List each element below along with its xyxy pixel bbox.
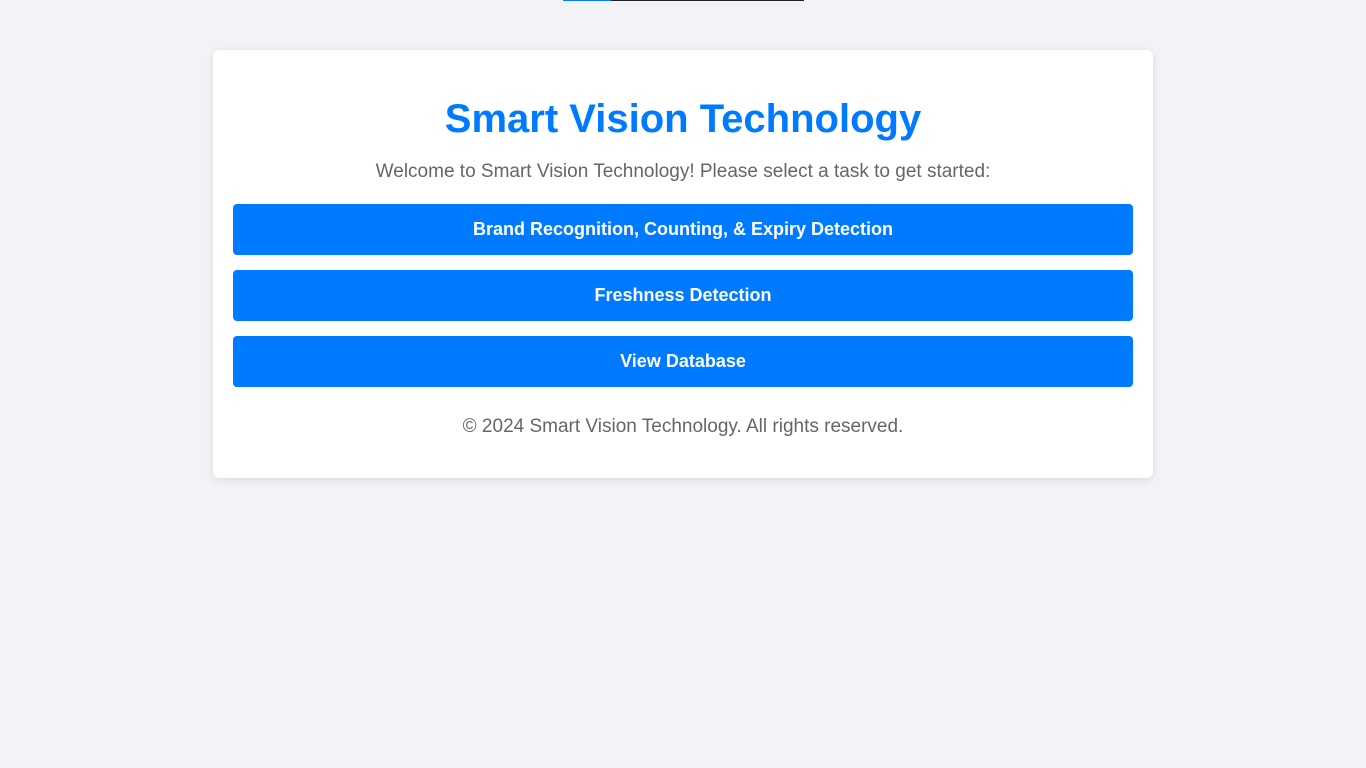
freshness-detection-button[interactable]: Freshness Detection	[233, 270, 1133, 321]
welcome-text: Welcome to Smart Vision Technology! Plea…	[375, 161, 991, 182]
page-title: Smart Vision Technology	[444, 97, 922, 141]
main-card: Smart Vision Technology Welcome to Smart…	[213, 50, 1153, 478]
nav-divider	[611, 0, 804, 1]
view-database-button[interactable]: View Database	[233, 336, 1133, 387]
brand-recognition-button[interactable]: Brand Recognition, Counting, & Expiry De…	[233, 204, 1133, 255]
footer-copyright: © 2024 Smart Vision Technology. All righ…	[462, 416, 904, 437]
top-nav-underline	[563, 0, 804, 1]
active-indicator	[563, 0, 611, 1]
